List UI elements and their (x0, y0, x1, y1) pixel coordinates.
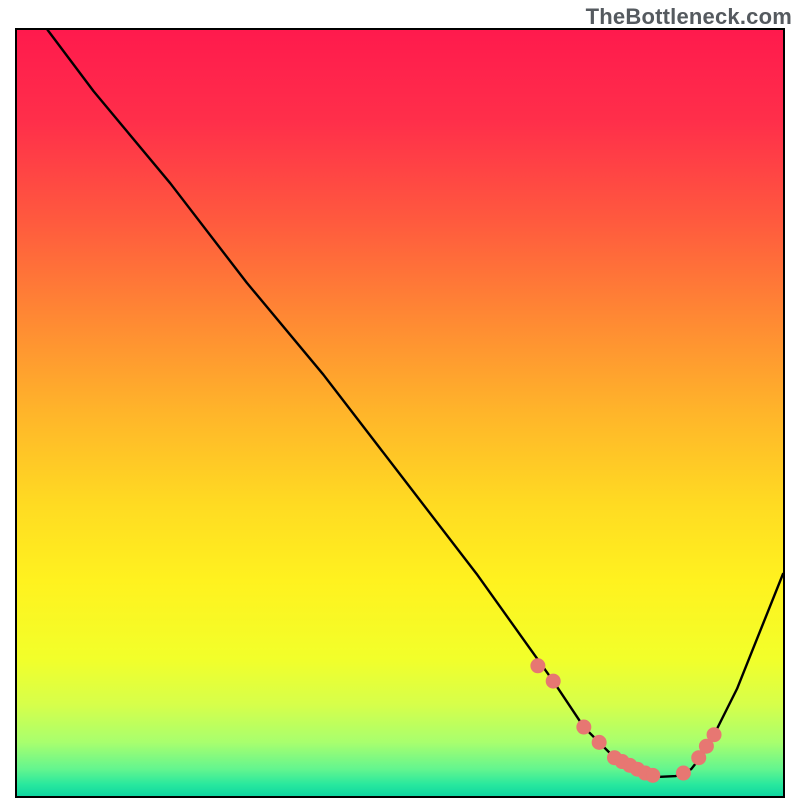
optimal-dot (577, 720, 591, 734)
plot-area (15, 28, 785, 798)
optimal-dot (646, 768, 660, 782)
optimal-dot (707, 728, 721, 742)
optimal-dot (546, 674, 560, 688)
optimal-dot (676, 766, 690, 780)
bottleneck-curve-chart (17, 30, 783, 796)
gradient-background (17, 30, 783, 796)
chart-frame: TheBottleneck.com (0, 0, 800, 800)
optimal-dot (531, 659, 545, 673)
optimal-dot (592, 735, 606, 749)
watermark-text: TheBottleneck.com (586, 4, 792, 30)
